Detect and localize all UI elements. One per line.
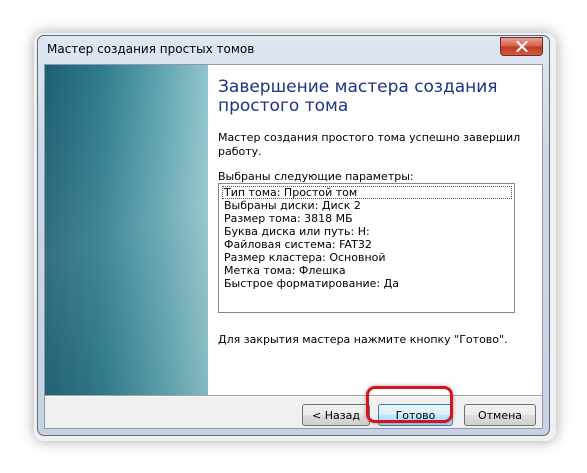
cancel-button[interactable]: Отмена bbox=[464, 404, 536, 426]
close-icon bbox=[515, 41, 528, 52]
param-line: Размер кластера: Основной bbox=[224, 251, 386, 264]
param-line: Тип тома: Простой том bbox=[224, 186, 358, 199]
page-title: Завершение мастера создания простого том… bbox=[218, 77, 498, 116]
wizard-content: Завершение мастера создания простого том… bbox=[208, 65, 542, 395]
button-separator bbox=[45, 395, 542, 397]
param-line: Размер тома: 3818 МБ bbox=[224, 212, 353, 225]
window-title: Мастер создания простых томов bbox=[47, 42, 255, 56]
intro-text: Мастер создания простого тома успешно за… bbox=[218, 131, 521, 158]
param-line: Буква диска или путь: H: bbox=[224, 225, 370, 238]
params-textbox[interactable]: Тип тома: Простой том Выбраны диски: Дис… bbox=[218, 183, 515, 313]
wizard-side-banner bbox=[45, 65, 208, 395]
params-label: Выбраны следующие параметры: bbox=[218, 170, 414, 183]
wizard-client-area: Завершение мастера создания простого том… bbox=[44, 64, 543, 429]
back-button[interactable]: < Назад bbox=[302, 404, 370, 426]
param-line: Файловая система: FAT32 bbox=[224, 238, 372, 251]
param-line: Метка тома: Флешка bbox=[224, 264, 346, 277]
close-button[interactable] bbox=[500, 37, 543, 56]
done-button-highlight bbox=[366, 386, 453, 423]
wizard-window: Мастер создания простых томов Завершение… bbox=[37, 35, 550, 436]
title-bar[interactable]: Мастер создания простых томов bbox=[38, 36, 549, 64]
close-hint-text: Для закрытия мастера нажмите кнопку "Гот… bbox=[218, 333, 508, 346]
param-line: Выбраны диски: Диск 2 bbox=[224, 199, 361, 212]
param-line: Быстрое форматирование: Да bbox=[224, 277, 399, 290]
